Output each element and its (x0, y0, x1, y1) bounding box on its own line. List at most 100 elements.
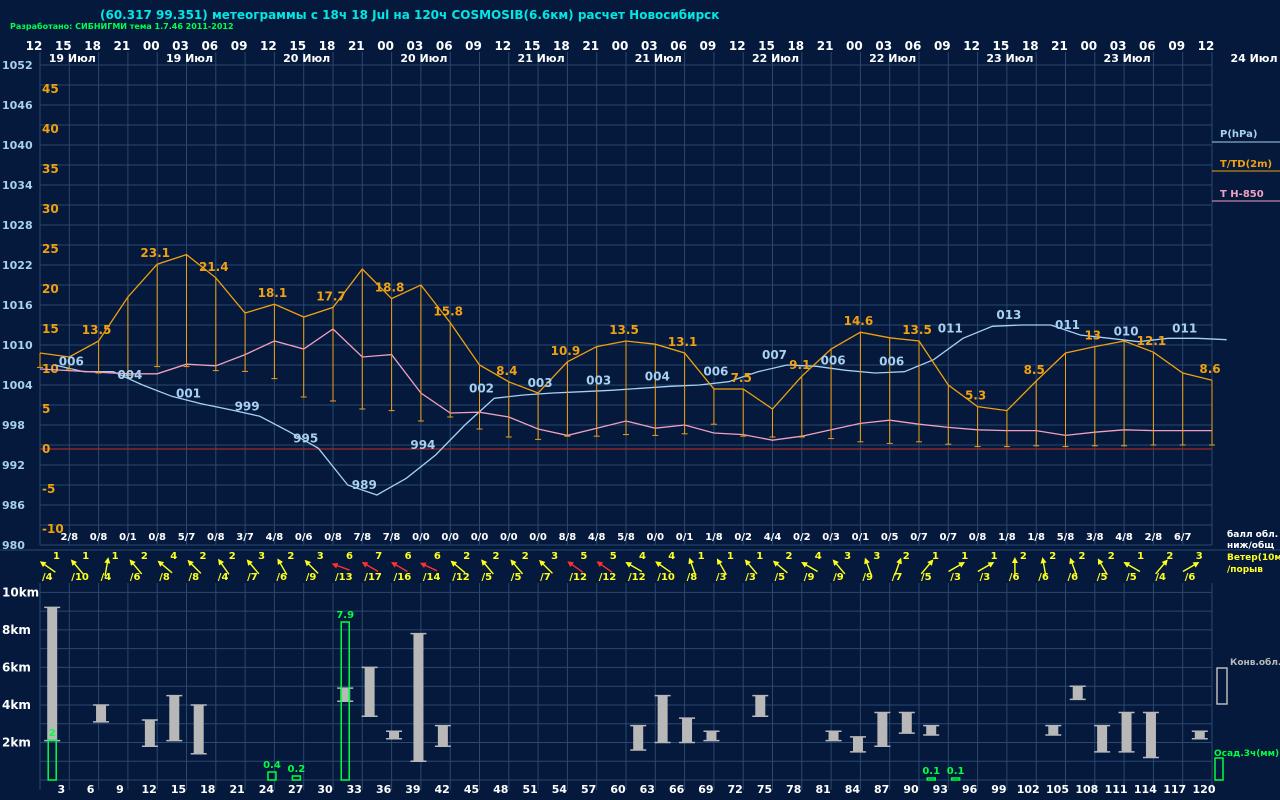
hour-tick-label: 00 (612, 39, 629, 53)
forecast-hour-label: 3 (57, 783, 65, 796)
wind-gust-value: /10 (71, 572, 89, 583)
legend-temperature: T/TD(2m) (1220, 159, 1272, 170)
pressure-tick-label: 1028 (2, 219, 33, 232)
wind-speed-value: 1 (727, 551, 734, 562)
hour-tick-label: 21 (114, 39, 131, 53)
wind-gust-value: /12 (569, 572, 587, 583)
wind-speed-value: 4 (639, 551, 646, 562)
value-labels: 006 004 001 999 995 989 994 002 003 003 004 006 007 0… (59, 246, 1221, 492)
precipitation-bar (926, 777, 936, 781)
wind-caption: /порыв (1227, 565, 1263, 575)
forecast-hour-label: 27 (288, 783, 303, 796)
hour-tick-label: 06 (670, 39, 687, 53)
temperature-value-label: 9.1 (789, 358, 810, 372)
temp-tick-label: -5 (42, 482, 55, 496)
wind-speed-value: 1 (756, 551, 763, 562)
hour-tick-label: 00 (1080, 39, 1097, 53)
convective-cloud-bar (877, 712, 888, 747)
cloud-cover-value: 0/0 (500, 532, 518, 543)
hour-tick-label: 03 (407, 39, 424, 53)
cloud-cover-value: 2/8 (61, 532, 79, 543)
wind-gust-value: /6 (1068, 572, 1079, 583)
cloud-cover-value: 4/8 (588, 532, 606, 543)
wind-gust-value: /8 (687, 572, 698, 583)
wind-speed-value: 4 (668, 551, 675, 562)
legend-precip-bar-icon (1214, 757, 1224, 781)
precipitation-bar (291, 775, 302, 781)
hour-tick-label: 15 (55, 39, 72, 53)
pressure-value-label: 003 (528, 376, 553, 390)
wind-speed-value: 2 (1166, 551, 1173, 562)
pressure-tick-label: 986 (2, 499, 25, 512)
hour-tick-label: 12 (260, 39, 277, 53)
wind-gust-value: /3 (716, 572, 727, 583)
pressure-value-label: 999 (235, 399, 260, 413)
height-tick-label: 2km (2, 735, 31, 749)
temperature-value-label: 5.3 (965, 389, 986, 403)
wind-speed-value: 1 (698, 551, 705, 562)
temperature-value-label: 13.5 (902, 323, 932, 337)
pressure-value-label: 001 (176, 387, 201, 401)
convective-cloud-bar (633, 725, 644, 750)
hour-tick-label: 06 (905, 39, 922, 53)
pressure-value-label: 007 (762, 348, 787, 362)
temp-tick-label: 5 (42, 402, 50, 416)
forecast-hour-label: 21 (229, 783, 244, 796)
cloud-cover-value: 0/6 (295, 532, 313, 543)
convective-cloud-bar (1145, 712, 1156, 758)
wind-speed-value: 2 (1049, 551, 1056, 562)
wind-speed-value: 1 (961, 551, 968, 562)
forecast-hour-label: 54 (552, 783, 568, 796)
wind-gust-value: /6 (1185, 572, 1196, 583)
temperature-value-label: 8.5 (1024, 363, 1045, 377)
convective-cloud-bar (901, 712, 912, 734)
cloud-cover-value: 2/8 (1145, 532, 1163, 543)
hour-tick-label: 18 (787, 39, 804, 53)
temperature-value-label: 15.8 (433, 305, 463, 319)
wind-speed-value: 2 (200, 551, 207, 562)
cloud-cover-value: 0/0 (471, 532, 489, 543)
pressure-tick-label: 1016 (2, 299, 33, 312)
hour-tick-label: 18 (319, 39, 336, 53)
cloud-cover-value: 0/8 (324, 532, 342, 543)
wind-gust-value: /6 (130, 572, 141, 583)
cloud-cover-value: 6/7 (1174, 532, 1192, 543)
wind-speed-value: 1 (53, 551, 60, 562)
wind-speed-value: 1 (932, 551, 939, 562)
wind-speed-value: 3 (317, 551, 324, 562)
temperature-value-label: 21.4 (199, 260, 229, 274)
convective-cloud-bar (144, 719, 155, 747)
hour-tick-label: 12 (26, 39, 43, 53)
temp-tick-label: 40 (42, 122, 59, 136)
pressure-tick-label: 1040 (2, 139, 33, 152)
temp-tick-label: 35 (42, 162, 59, 176)
pressure-value-label: 006 (821, 353, 846, 367)
cloud-caption: балл обл. (1227, 529, 1278, 540)
hour-tick-label: 12 (1198, 39, 1215, 53)
pressure-value-label: 011 (1055, 318, 1080, 332)
legend-convective-cloud: Конв.обл. (1230, 657, 1280, 668)
forecast-hour-label: 114 (1134, 783, 1157, 796)
forecast-hour-label: 108 (1075, 783, 1098, 796)
date-label: 19 Июл (49, 52, 96, 65)
cloud-cover-value: 1/8 (1027, 532, 1045, 543)
forecast-hour-label: 63 (640, 783, 655, 796)
cloud-cover-value: 0/1 (676, 532, 694, 543)
wind-gust-value: /12 (599, 572, 617, 583)
wind-speed-value: 7 (375, 551, 382, 562)
forecast-hour-label: 117 (1163, 783, 1186, 796)
wind-gust-value: /9 (862, 572, 873, 583)
date-label: 23 Июл (1104, 52, 1151, 65)
hour-tick-label: 15 (524, 39, 541, 53)
legend: P(hPa) T/TD(2m) T H-850 Конв.обл. Осад.3ч(мм… (1212, 129, 1280, 781)
wind-gust-value: /9 (804, 572, 815, 583)
cloud-cover-value: 0/8 (207, 532, 225, 543)
forecast-hour-label: 36 (376, 783, 392, 796)
wind-gust-value: /16 (394, 572, 412, 583)
date-label: 22 Июл (752, 52, 799, 65)
wind-gust-value: /12 (452, 572, 470, 583)
pressure-value-label: 006 (703, 365, 728, 379)
forecast-hour-label: 96 (962, 783, 978, 796)
hour-tick-label: 09 (1168, 39, 1185, 53)
pressure-tick-label: 1004 (2, 379, 33, 392)
